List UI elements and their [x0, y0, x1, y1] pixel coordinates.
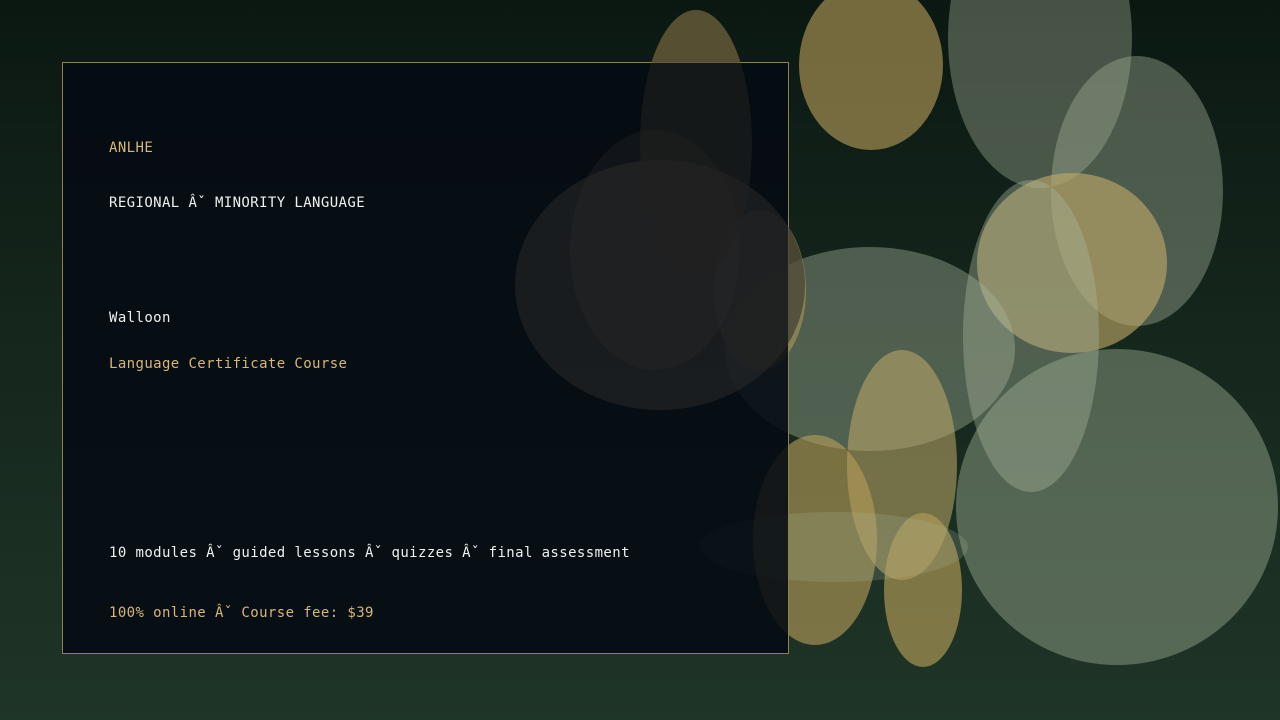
- course-title: Language Certificate Course: [109, 356, 348, 372]
- bokeh-circle: [799, 0, 943, 150]
- language-name: Walloon: [109, 310, 171, 326]
- price-line: 100% online Âˇ Course fee: $39: [109, 605, 374, 621]
- bokeh-circle: [956, 349, 1278, 665]
- brand-name: ANLHE: [109, 140, 154, 156]
- features-line: 10 modules Âˇ guided lessons Âˇ quizzes …: [109, 545, 630, 561]
- category-label: REGIONAL Âˇ MINORITY LANGUAGE: [109, 195, 366, 211]
